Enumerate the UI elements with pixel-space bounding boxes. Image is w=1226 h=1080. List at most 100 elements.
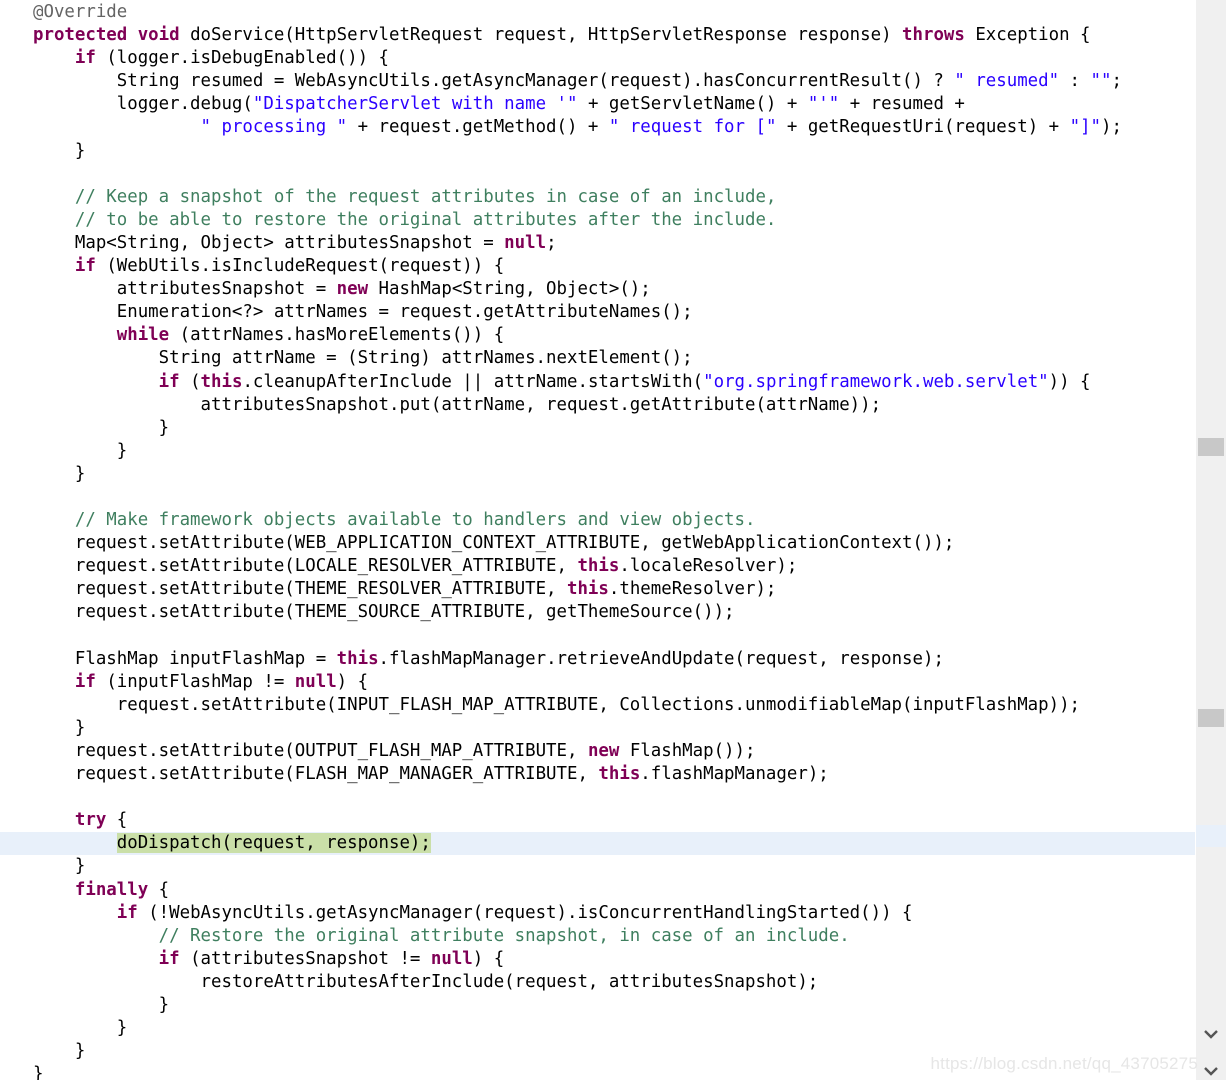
code-line-current[interactable]: doDispatch(request, response); (0, 832, 1196, 856)
code-line[interactable]: @Override (0, 1, 1196, 24)
code-token-kw: finally (74, 879, 159, 900)
code-token-plain: doService(HttpServletRequest request, Ht… (190, 25, 903, 46)
code-line[interactable]: request.setAttribute(OUTPUT_FLASH_MAP_AT… (0, 740, 1196, 763)
code-line[interactable] (0, 486, 1196, 509)
code-token-kw: try (74, 810, 117, 831)
code-line[interactable]: protected void doService(HttpServletRequ… (0, 24, 1196, 47)
code-token-kw: if (74, 671, 107, 692)
code-token-plain: (logger.isDebugEnabled()) { (106, 48, 390, 69)
code-line[interactable]: try { (0, 809, 1196, 832)
code-line[interactable]: FlashMap inputFlashMap = this.flashMapMa… (0, 648, 1196, 671)
code-line[interactable]: // Restore the original attribute snapsh… (0, 925, 1196, 948)
code-token-plain: (attrNames.hasMoreElements()) { (179, 325, 505, 346)
code-line[interactable]: } (0, 140, 1196, 163)
code-line[interactable]: } (0, 994, 1196, 1017)
code-line[interactable]: if (attributesSnapshot != null) { (0, 948, 1196, 971)
code-token-plain: FlashMap()); (629, 741, 756, 761)
code-line[interactable]: if (logger.isDebugEnabled()) { (0, 47, 1196, 70)
code-token-str: " resumed" (954, 71, 1060, 92)
code-line[interactable]: request.setAttribute(THEME_SOURCE_ATTRIB… (0, 601, 1196, 624)
code-line[interactable]: request.setAttribute(WEB_APPLICATION_CON… (0, 532, 1196, 555)
code-token-plain: + getServletName() + (577, 94, 808, 115)
code-line[interactable] (0, 163, 1196, 186)
code-token-plain: } (74, 856, 86, 877)
code-line[interactable]: String resumed = WebAsyncUtils.getAsyncM… (0, 70, 1196, 93)
code-token-plain: request.setAttribute(INPUT_FLASH_MAP_ATT… (116, 694, 1081, 715)
code-token-plain: ( (190, 371, 201, 392)
overview-ruler-scrollbar[interactable] (1195, 0, 1226, 1080)
code-line[interactable]: if (WebUtils.isIncludeRequest(request)) … (0, 255, 1196, 278)
code-token-plain: : (1059, 71, 1091, 92)
code-token-plain: request.setAttribute(WEB_APPLICATION_CON… (74, 533, 955, 554)
code-line[interactable]: String attrName = (String) attrNames.nex… (0, 347, 1196, 370)
code-token-kw: if (116, 902, 149, 923)
code-line[interactable]: Enumeration<?> attrNames = request.getAt… (0, 301, 1196, 324)
code-line[interactable]: " processing " + request.getMethod() + "… (0, 116, 1196, 139)
code-token-kw: throws (902, 25, 976, 46)
code-line[interactable]: Map<String, Object> attributesSnapshot =… (0, 232, 1196, 255)
code-line[interactable]: } (0, 717, 1196, 740)
code-token-plain: ; (546, 232, 557, 253)
code-token-str: "]" (1069, 117, 1102, 138)
code-viewport[interactable]: @Override protected void doService(HttpSe… (0, 0, 1196, 1080)
code-line[interactable]: request.setAttribute(FLASH_MAP_MANAGER_A… (0, 763, 1196, 786)
code-token-plain: attributesSnapshot.put(attrName, request… (200, 394, 882, 415)
code-line[interactable]: request.setAttribute(LOCALE_RESOLVER_ATT… (0, 555, 1196, 578)
code-line[interactable]: attributesSnapshot = new HashMap<String,… (0, 278, 1196, 301)
code-line[interactable]: request.setAttribute(INPUT_FLASH_MAP_ATT… (0, 694, 1196, 717)
code-line[interactable]: while (attrNames.hasMoreElements()) { (0, 324, 1196, 347)
code-token-plain: + request.getMethod() + (347, 117, 609, 138)
code-line[interactable]: logger.debug("DispatcherServlet with nam… (0, 93, 1196, 116)
code-token-plain: attributesSnapshot = (116, 279, 337, 300)
code-line[interactable]: // Make framework objects available to h… (0, 509, 1196, 532)
code-token-plain: Enumeration<?> attrNames = request.getAt… (116, 302, 693, 323)
code-line[interactable]: // to be able to restore the original at… (0, 209, 1196, 232)
ruler-mark-1[interactable] (1198, 438, 1224, 456)
code-token-plain: String resumed = WebAsyncUtils.getAsyncM… (116, 71, 955, 92)
code-token-plain: Exception { (975, 25, 1091, 46)
code-line[interactable]: if (inputFlashMap != null) { (0, 671, 1196, 694)
watermark-url: https://blog.csdn.net/qq_43705275 (930, 1054, 1198, 1073)
code-line[interactable]: if (this.cleanupAfterInclude || attrName… (0, 371, 1196, 394)
code-token-kw: if (74, 256, 107, 277)
code-line[interactable]: } (0, 1017, 1196, 1040)
code-line[interactable]: } (0, 463, 1196, 486)
code-line[interactable] (0, 625, 1196, 648)
code-token-plain: } (74, 1041, 86, 1062)
code-token-plain: } (74, 463, 86, 484)
code-token-kw: if (158, 371, 191, 392)
code-line[interactable]: request.setAttribute(THEME_RESOLVER_ATTR… (0, 578, 1196, 601)
code-line[interactable]: restoreAttributesAfterInclude(request, a… (0, 971, 1196, 994)
code-token-kw: this (598, 764, 641, 785)
code-token-plain: { (158, 879, 170, 900)
code-line[interactable]: } (0, 440, 1196, 463)
code-line[interactable]: } (0, 855, 1196, 878)
code-token-plain: request.setAttribute(LOCALE_RESOLVER_ATT… (74, 556, 578, 577)
code-token-kw: this (577, 556, 620, 577)
code-token-plain: Map<String, Object> attributesSnapshot = (74, 232, 505, 253)
code-lines[interactable]: @Override protected void doService(HttpSe… (0, 0, 1196, 1080)
code-line[interactable]: attributesSnapshot.put(attrName, request… (0, 394, 1196, 417)
code-token-kw: if (158, 948, 191, 969)
code-token-plain: + getRequestUri(request) + (776, 117, 1070, 138)
ruler-mark-2[interactable] (1198, 709, 1224, 727)
code-token-str: "'" (807, 94, 840, 115)
code-token-plain: logger.debug( (116, 94, 253, 115)
code-token-ann: @Override (33, 2, 128, 22)
selection-highlight: doDispatch(request, response); (116, 833, 431, 854)
code-line[interactable]: // Keep a snapshot of the request attrib… (0, 186, 1196, 209)
code-token-plain: HashMap<String, Object>(); (378, 279, 651, 300)
code-line[interactable] (0, 786, 1196, 809)
code-line[interactable]: finally { (0, 879, 1196, 902)
code-token-plain: request.setAttribute(FLASH_MAP_MANAGER_A… (74, 764, 599, 785)
code-line[interactable]: } (0, 417, 1196, 440)
code-token-kw: this (200, 371, 243, 392)
code-token-plain: request.setAttribute(THEME_SOURCE_ATTRIB… (74, 602, 735, 623)
code-token-kw: null (430, 948, 473, 969)
chevron-down-icon[interactable] (1203, 1029, 1219, 1039)
code-token-plain: ) { (472, 948, 505, 969)
code-token-plain: request.setAttribute(THEME_RESOLVER_ATTR… (74, 579, 567, 600)
chevron-down-icon[interactable] (1203, 1066, 1219, 1076)
code-token-plain: .cleanupAfterInclude || attrName.startsW… (242, 371, 704, 392)
code-line[interactable]: if (!WebAsyncUtils.getAsyncManager(reque… (0, 902, 1196, 925)
